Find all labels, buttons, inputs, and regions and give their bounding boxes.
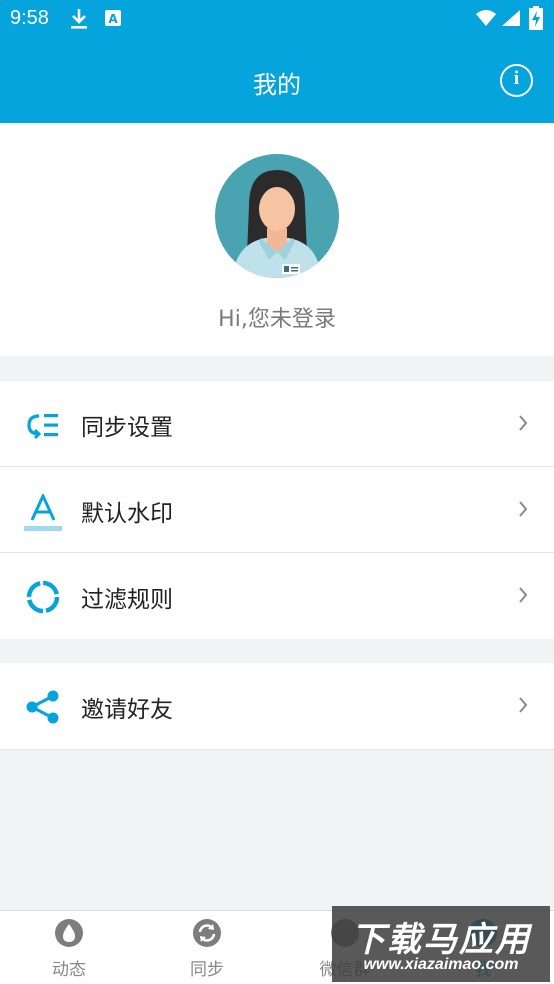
signal-icon <box>502 10 520 26</box>
status-bar: 9:58 A <box>0 0 554 37</box>
sync-icon <box>193 919 221 947</box>
share-icon <box>26 690 59 724</box>
nav-tab-feed[interactable]: 动态 <box>0 911 138 984</box>
battery-charging-icon <box>529 6 543 30</box>
app-bar: 我的 i <box>0 37 554 123</box>
menu-label: 邀请好友 <box>81 697 173 723</box>
nav-label: 同步 <box>190 960 224 980</box>
menu-item-default-watermark[interactable]: 默认水印 <box>0 467 554 553</box>
sync-settings-icon <box>27 414 58 440</box>
nav-label: 动态 <box>52 960 86 980</box>
profile-card[interactable]: Hi,您未登录 <box>0 123 554 356</box>
info-button[interactable]: i <box>500 64 533 97</box>
info-icon: i <box>513 68 520 89</box>
menu-label: 同步设置 <box>81 415 173 441</box>
wifi-icon <box>476 10 496 26</box>
settings-menu: 同步设置 默认水印 过滤规则 <box>0 381 554 639</box>
menu-item-sync-settings[interactable]: 同步设置 <box>0 381 554 467</box>
download-icon <box>71 9 87 29</box>
login-prompt[interactable]: Hi,您未登录 <box>0 301 554 333</box>
menu-label: 默认水印 <box>81 501 173 527</box>
watermark-url: www.xiazaimao.com <box>363 956 519 973</box>
chevron-right-icon <box>519 415 528 431</box>
watermark-title: 下载马应用 <box>351 920 531 960</box>
chevron-right-icon <box>519 501 528 517</box>
menu-item-invite-friends[interactable]: 邀请好友 <box>0 663 554 749</box>
site-watermark: 下载马应用 www.xiazaimao.com <box>332 906 550 982</box>
avatar-woman-icon[interactable] <box>215 154 339 278</box>
menu-label: 过滤规则 <box>81 587 173 613</box>
share-menu: 邀请好友 <box>0 663 554 750</box>
filter-rule-icon <box>26 580 60 614</box>
watermark-icon <box>24 494 62 531</box>
drop-icon <box>55 919 83 947</box>
chevron-right-icon <box>519 697 528 713</box>
menu-item-filter-rules[interactable]: 过滤规则 <box>0 553 554 639</box>
a-notification-icon: A <box>105 10 121 26</box>
nav-tab-sync[interactable]: 同步 <box>138 911 276 984</box>
chevron-right-icon <box>519 587 528 603</box>
status-time: 9:58 <box>10 7 49 29</box>
page-title: 我的 <box>253 71 301 99</box>
svg-text:A: A <box>108 12 118 26</box>
